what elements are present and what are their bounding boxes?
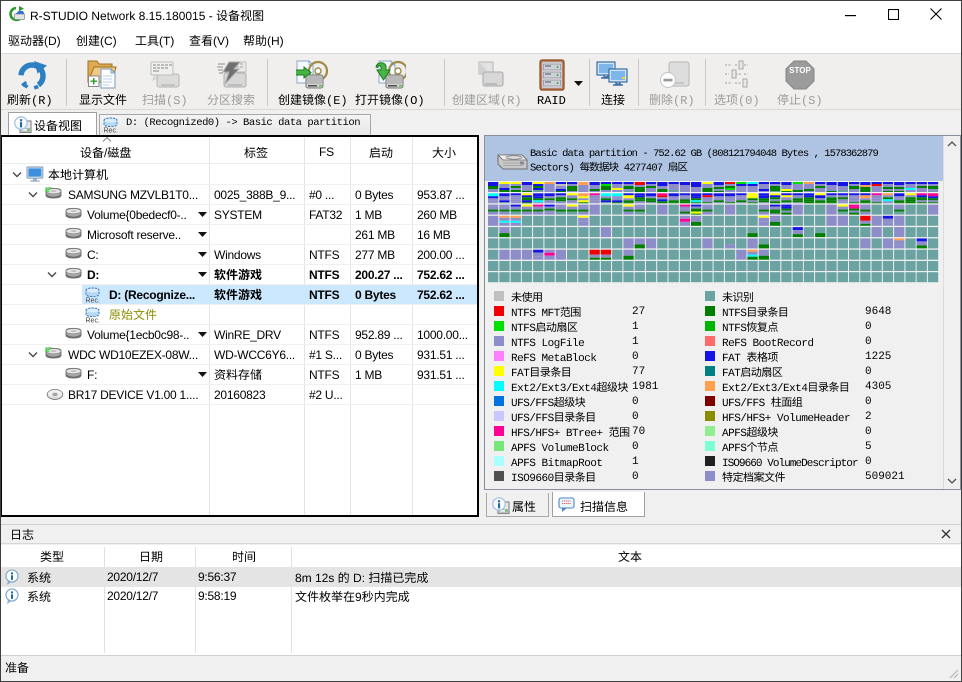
svg-text:STOP: STOP bbox=[789, 66, 811, 75]
svg-text:Rec.: Rec. bbox=[104, 128, 118, 135]
svg-text:Rec.: Rec. bbox=[86, 318, 100, 325]
svg-text:Rec.: Rec. bbox=[86, 298, 100, 305]
